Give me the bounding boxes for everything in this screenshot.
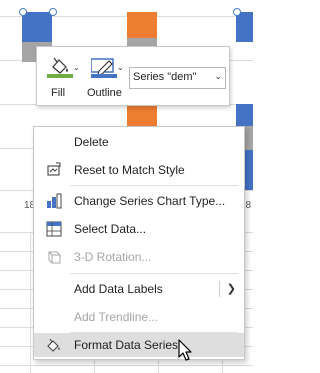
submenu-divider [219,281,220,297]
menu-item-label: Format Data Series... [74,338,189,352]
pen-outline-icon [91,58,117,78]
menu-item-label: Add Trendline... [74,310,159,324]
selection-handle[interactable] [19,8,27,16]
format-series-icon [47,338,60,352]
bar-segment-orange[interactable] [127,104,157,126]
bar-segment-orange[interactable] [127,12,157,38]
outline-button[interactable]: ⌄ Outline [87,53,127,101]
bar-segment-blue[interactable] [236,104,253,126]
context-menu: Delete Reset to Match Style Change Serie… [33,126,245,360]
chevron-down-icon[interactable]: ⌄ [117,63,124,72]
select-data-icon [46,221,62,237]
selection-handle[interactable] [49,8,57,16]
3d-rotation-icon [48,251,61,264]
mouse-cursor-icon [178,339,192,361]
outline-label: Outline [87,87,122,99]
menu-item-select-data[interactable]: Select Data... [34,216,244,242]
chart-type-icon [47,193,62,209]
fill-button[interactable]: ⌄ Fill [43,53,83,101]
mini-toolbar: ⌄ Fill ⌄ Outline Series "dem" ⌄ [36,46,230,106]
selection-handle[interactable] [233,8,241,16]
chevron-down-icon[interactable]: ⌄ [73,63,80,72]
menu-item-format-data-series[interactable]: Format Data Series... [34,333,244,357]
menu-separator [70,185,238,186]
menu-item-reset-to-match-style[interactable]: Reset to Match Style [34,157,244,183]
menu-item-add-trendline[interactable]: Add Trendline... [34,304,244,330]
menu-item-label: Select Data... [74,222,147,236]
cell-border [0,365,253,366]
menu-item-add-data-labels[interactable]: Add Data Labels ❯ [34,276,244,302]
menu-item-3d-rotation[interactable]: 3-D Rotation... [34,244,244,270]
menu-item-label: Change Series Chart Type... [74,194,226,208]
menu-item-label: Add Data Labels [74,282,163,296]
paint-bucket-icon [47,57,73,78]
series-selector[interactable]: Series "dem" ⌄ [129,67,226,89]
bar-segment-blue[interactable] [22,12,52,42]
menu-item-label: 3-D Rotation... [74,250,152,264]
menu-separator [70,273,238,274]
series-selector-value: Series "dem" [133,71,197,83]
menu-item-label: Delete [74,135,109,149]
chevron-right-icon[interactable]: ❯ [227,282,236,295]
reset-style-icon [47,162,61,176]
cell-border [30,232,31,373]
menu-item-change-series-chart-type[interactable]: Change Series Chart Type... [34,188,244,214]
bar-segment-blue[interactable] [236,12,253,42]
menu-item-label: Reset to Match Style [74,163,185,177]
menu-item-delete[interactable]: Delete [34,129,244,155]
fill-label: Fill [51,87,66,99]
chevron-down-icon[interactable]: ⌄ [214,71,222,82]
